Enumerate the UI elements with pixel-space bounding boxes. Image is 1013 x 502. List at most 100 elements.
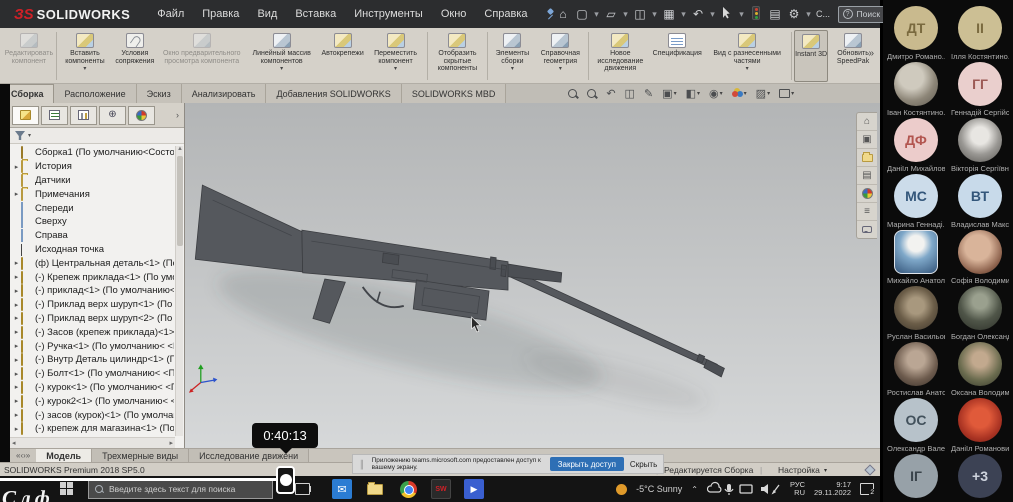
exploded-view-button[interactable]: Вид с разнесенными частями ▾ xyxy=(705,30,789,82)
open-icon[interactable]: ▱ xyxy=(603,7,620,21)
options-dropdown-icon[interactable]: ▾ xyxy=(805,9,813,20)
forum-icon[interactable] xyxy=(857,221,877,238)
edit-component-button[interactable]: Редактировать компонент xyxy=(4,30,54,82)
appearances-icon[interactable] xyxy=(857,185,877,203)
video-scrubber-handle[interactable] xyxy=(276,466,295,494)
save-dropdown-icon[interactable]: ▾ xyxy=(651,9,659,20)
move-component-button[interactable]: Переместить компонент ▾ xyxy=(367,30,425,82)
dimxpertmanager-tab[interactable]: ⊕ xyxy=(99,106,126,125)
configuration-dropdown-icon[interactable]: ▾ xyxy=(824,467,827,474)
zoom-to-area-icon[interactable] xyxy=(587,89,597,99)
tree-item[interactable]: ▸(-) засов (курок)<1> (По умолчани xyxy=(12,408,174,422)
tree-item[interactable]: ▸(-) Крепеж приклада<1> (По умол xyxy=(12,270,174,284)
dropdown-arrow-icon[interactable]: ▾ xyxy=(83,66,86,74)
tree-item[interactable]: ▸(-) Засов (крепеж приклада)<1> (3 xyxy=(12,325,174,339)
expand-arrow-icon[interactable]: ▸ xyxy=(12,301,21,309)
file-explorer-icon[interactable] xyxy=(365,479,385,499)
hide-banner-link[interactable]: Скрыть xyxy=(630,460,657,469)
show-hidden-components-button[interactable]: Отобразить скрытые компоненты xyxy=(430,30,486,82)
new-dropdown-icon[interactable]: ▾ xyxy=(593,9,601,20)
expand-arrow-icon[interactable]: ▸ xyxy=(12,328,21,336)
custom-properties-icon[interactable]: ≡ xyxy=(857,203,877,221)
filter-funnel-icon[interactable] xyxy=(15,131,25,140)
weather-label[interactable]: -5°C Sunny xyxy=(636,484,682,494)
configurationmanager-tab[interactable] xyxy=(70,106,97,125)
menu-view[interactable]: Вид xyxy=(248,8,286,20)
rifle-sight-post-2[interactable] xyxy=(501,265,507,277)
rebuild-traffic-light-icon[interactable] xyxy=(748,6,765,23)
bill-of-materials-button[interactable]: Спецификация xyxy=(649,30,705,82)
participant-tile-selected[interactable]: Михайло Анатол.. xyxy=(887,230,945,286)
solidworks-taskbar-icon[interactable]: SW xyxy=(431,479,451,499)
save-icon[interactable]: ◫ xyxy=(632,7,649,21)
section-view-icon[interactable]: ◫ xyxy=(625,87,635,100)
mate-button[interactable]: Условия сопряжения xyxy=(111,30,159,82)
view-settings-icon[interactable]: ▾ xyxy=(779,89,794,98)
scroll-right-icon[interactable]: ▸ xyxy=(169,439,173,447)
participant-tile[interactable]: ВТ Владислав Макс.. xyxy=(951,174,1009,230)
expand-arrow-icon[interactable]: ▸ xyxy=(12,356,21,364)
edit-appearance-icon[interactable]: ▾ xyxy=(732,89,747,99)
tab-nav-arrows[interactable]: «‹›» xyxy=(10,449,36,462)
linear-pattern-button[interactable]: Линейный массив компонентов ▾ xyxy=(245,30,319,82)
tree-item[interactable]: ▸(-) приклад<1> (По умолчанию< < xyxy=(12,284,174,298)
participant-tile[interactable]: Софія Володими.. xyxy=(951,230,1009,286)
menu-tools[interactable]: Инструменты xyxy=(345,8,432,20)
tree-item[interactable]: ▸(-) Внутр Деталь цилиндр<1> (По у xyxy=(12,353,174,367)
expand-arrow-icon[interactable]: ▸ xyxy=(12,370,21,378)
reference-geometry-button[interactable]: Справочная геометрия ▾ xyxy=(534,30,586,82)
tab-evaluate[interactable]: Анализировать xyxy=(182,84,267,103)
featuremanager-tab[interactable] xyxy=(12,106,39,125)
file-properties-icon[interactable]: ▤ xyxy=(767,7,784,21)
hide-show-items-icon[interactable]: ◉▾ xyxy=(709,87,723,100)
print-dropdown-icon[interactable]: ▾ xyxy=(680,9,688,20)
tree-item[interactable]: ▸(-) курок2<1> (По умолчанию< <Г xyxy=(12,394,174,408)
notification-center-icon[interactable]: 2 xyxy=(860,483,874,495)
participant-overflow-tile[interactable]: +3 xyxy=(951,454,1009,502)
undo-dropdown-icon[interactable]: ▾ xyxy=(709,9,717,20)
tree-item-root[interactable]: Сборка1 (По умолчанию<Состояние ( xyxy=(12,146,174,160)
tree-item[interactable]: ▸(-) курок<1> (По умолчанию< <По xyxy=(12,381,174,395)
rifle-muzzle[interactable] xyxy=(704,360,725,377)
rifle-buttstock[interactable] xyxy=(195,185,302,272)
tree-filter-row[interactable]: ▾ xyxy=(10,128,184,144)
expand-arrow-icon[interactable]: ▸ xyxy=(12,287,21,295)
open-dropdown-icon[interactable]: ▾ xyxy=(622,9,630,20)
tree-item[interactable]: ▸(-) Болт<1> (По умолчанию< <По xyxy=(12,367,174,381)
tab-3d-views[interactable]: Трехмерные виды xyxy=(92,449,189,462)
smart-fasteners-button[interactable]: Автокрепежи xyxy=(319,30,367,82)
apply-scene-icon[interactable]: ▨▾ xyxy=(756,87,770,100)
propertymanager-tab[interactable] xyxy=(41,106,68,125)
tray-expand-chevron-icon[interactable]: ⌃ xyxy=(691,485,698,494)
clock[interactable]: 9:1729.11.2022 xyxy=(814,481,851,497)
tab-layout[interactable]: Расположение xyxy=(54,84,136,103)
assembly-model-rifle[interactable] xyxy=(185,103,880,448)
dropdown-arrow-icon[interactable]: ▾ xyxy=(746,66,749,74)
expand-arrow-icon[interactable]: ▸ xyxy=(12,163,21,171)
participant-tile[interactable]: Оксана Володим.. xyxy=(951,342,1009,398)
tags-icon[interactable] xyxy=(864,464,875,475)
ribbon-overflow-button[interactable]: » xyxy=(868,48,874,59)
view-palette-icon[interactable]: ▤ xyxy=(857,167,877,185)
menu-insert[interactable]: Вставка xyxy=(286,8,345,20)
configuration-label[interactable]: Настройка xyxy=(778,465,820,475)
dropdown-arrow-icon[interactable]: ▾ xyxy=(394,66,397,74)
tree-item[interactable]: ▸(-) Ручка<1> (По умолчанию< <По xyxy=(12,339,174,353)
tree-vertical-scrollbar[interactable]: ▲ xyxy=(175,146,183,436)
expand-arrow-icon[interactable]: ▸ xyxy=(12,314,21,322)
menu-edit[interactable]: Правка xyxy=(193,8,248,20)
new-motion-study-button[interactable]: Новое исследование движения xyxy=(591,30,649,82)
tab-model[interactable]: Модель xyxy=(36,449,92,462)
participant-tile[interactable]: Богдан Олександ.. xyxy=(951,286,1009,342)
tree-item[interactable]: ▸Примечания xyxy=(12,187,174,201)
expand-arrow-icon[interactable]: ▸ xyxy=(12,425,21,433)
movies-app-icon[interactable]: ▶ xyxy=(464,479,484,499)
select-cursor-icon[interactable] xyxy=(719,7,736,22)
participant-tile[interactable]: ДТ Дмитро Романо.. xyxy=(887,6,945,62)
video-seek-bar[interactable] xyxy=(0,478,279,481)
new-document-icon[interactable]: ▢ xyxy=(574,7,591,21)
expand-arrow-icon[interactable]: ▸ xyxy=(12,411,21,419)
resources-icon[interactable]: ▣ xyxy=(857,131,877,149)
tray-icon-cluster[interactable] xyxy=(707,481,781,497)
print-icon[interactable]: ▦ xyxy=(661,7,678,21)
